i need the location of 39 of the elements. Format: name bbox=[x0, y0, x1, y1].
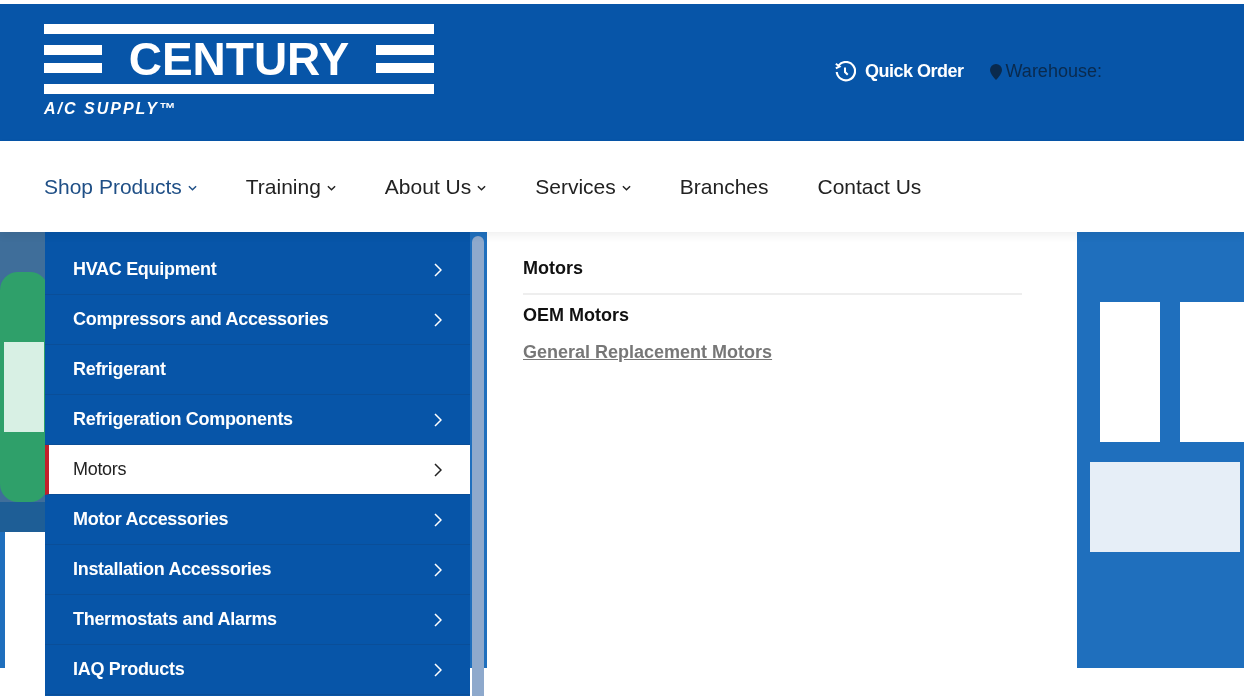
submenu-title: Motors bbox=[523, 258, 583, 279]
chevron-right-icon bbox=[434, 512, 442, 527]
location-pin-icon bbox=[989, 63, 1002, 80]
category-item[interactable]: Thermostats and Alarms bbox=[45, 595, 470, 645]
submenu-link[interactable]: OEM Motors bbox=[523, 305, 629, 326]
logo-stripe bbox=[44, 44, 102, 55]
nav-link[interactable]: Contact Us bbox=[817, 174, 922, 199]
logo-tagline: A/C SUPPLY™ bbox=[44, 99, 178, 118]
scrollbar[interactable] bbox=[472, 236, 484, 696]
nav-link[interactable]: Shop Products bbox=[44, 174, 197, 199]
category-item[interactable]: IAQ Products bbox=[45, 645, 470, 695]
category-item[interactable]: Refrigerant bbox=[45, 345, 470, 395]
chevron-down-icon bbox=[477, 184, 487, 191]
chevron-down-icon bbox=[621, 184, 631, 191]
nav-link[interactable]: About Us bbox=[384, 174, 487, 199]
chevron-right-icon bbox=[434, 312, 442, 327]
category-item[interactable]: Motor Accessories bbox=[45, 495, 470, 545]
category-item[interactable]: Installation Accessories bbox=[45, 545, 470, 595]
chevron-right-icon bbox=[434, 262, 442, 277]
nav-link[interactable]: Training bbox=[245, 174, 336, 199]
chevron-right-icon bbox=[434, 662, 442, 677]
submenu-link[interactable]: General Replacement Motors bbox=[523, 342, 773, 363]
chevron-right-icon bbox=[434, 562, 442, 577]
logo-name: CENTURY bbox=[128, 38, 350, 79]
category-item[interactable]: Motors bbox=[45, 445, 470, 495]
logo-stripe bbox=[44, 62, 102, 73]
logo-stripe bbox=[376, 62, 434, 73]
chevron-down-icon bbox=[187, 184, 197, 191]
category-item[interactable]: HVAC Equipment bbox=[45, 245, 470, 295]
nav-link[interactable]: Services bbox=[535, 174, 631, 199]
chevron-right-icon bbox=[434, 462, 442, 477]
nav-link[interactable]: Branches bbox=[679, 174, 769, 199]
history-icon bbox=[834, 60, 856, 83]
logo-stripe bbox=[376, 44, 434, 55]
chevron-right-icon bbox=[434, 412, 442, 427]
quick-order-link[interactable]: Quick Order bbox=[834, 60, 964, 83]
chevron-right-icon bbox=[434, 612, 442, 627]
chevron-down-icon bbox=[326, 184, 336, 191]
category-item[interactable]: Compressors and Accessories bbox=[45, 295, 470, 345]
